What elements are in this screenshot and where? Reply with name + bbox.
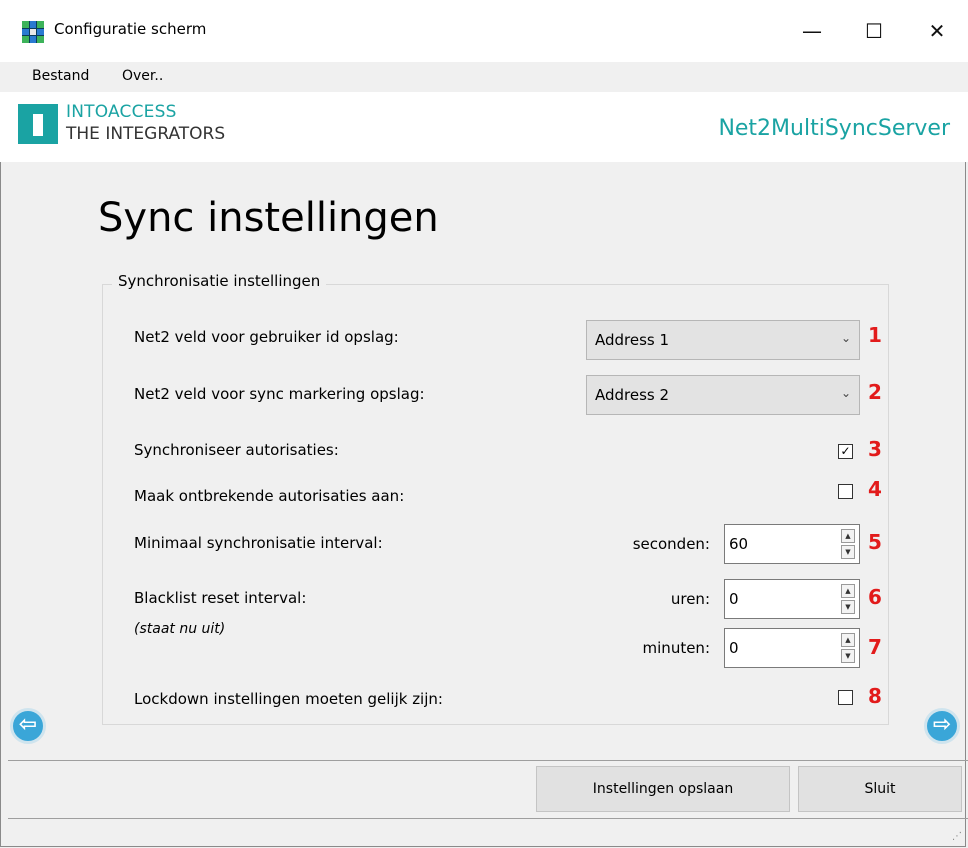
divider (8, 760, 968, 761)
title-bar: Configuratie scherm — ☐ ✕ (0, 0, 968, 62)
divider (8, 818, 968, 819)
brand-tagline: THE INTEGRATORS (66, 124, 226, 144)
previous-arrow-icon[interactable]: ⇦ (10, 708, 46, 744)
next-arrow-icon[interactable]: ⇨ (924, 708, 960, 744)
seconds-spinner[interactable]: 60 ▲ ▼ (724, 524, 860, 564)
chevron-down-icon: ⌄ (840, 386, 851, 400)
spinner-buttons: ▲ ▼ (841, 584, 855, 614)
seconds-unit-label: seconden: (632, 535, 710, 553)
logo-bar (33, 114, 43, 136)
brand-name: INTOACCESS (66, 102, 177, 122)
annotation-number: 4 (868, 477, 882, 501)
chevron-down-icon: ⌄ (840, 331, 851, 345)
annotation-number: 3 (868, 437, 882, 461)
annotation-number: 7 (868, 635, 882, 659)
save-settings-button[interactable]: Instellingen opslaan (536, 766, 790, 812)
menu-bestand[interactable]: Bestand (32, 68, 89, 84)
minutes-value: 0 (729, 639, 739, 657)
close-button[interactable]: ✕ (906, 0, 968, 62)
window-title: Configuratie scherm (54, 20, 207, 38)
app-icon (22, 21, 44, 43)
spin-up-icon[interactable]: ▲ (841, 633, 855, 647)
page-title: Sync instellingen (98, 195, 439, 241)
min-interval-label: Minimaal synchronisatie interval: (134, 534, 383, 552)
spin-down-icon[interactable]: ▼ (841, 600, 855, 614)
hours-unit-label: uren: (670, 590, 710, 608)
blacklist-label: Blacklist reset interval: (134, 589, 307, 607)
user-id-field-label: Net2 veld voor gebruiker id opslag: (134, 328, 399, 346)
sync-mark-field-select[interactable]: Address 2 ⌄ (586, 375, 860, 415)
resize-grip-icon[interactable]: ⋰ (952, 831, 962, 842)
close-window-button[interactable]: Sluit (798, 766, 962, 812)
menu-over[interactable]: Over.. (122, 68, 163, 84)
sync-auth-label: Synchroniseer autorisaties: (134, 441, 339, 459)
maximize-button[interactable]: ☐ (843, 0, 905, 62)
blacklist-sublabel: (staat nu uit) (134, 621, 226, 637)
brand-header: INTOACCESS THE INTEGRATORS Net2MultiSync… (0, 92, 968, 162)
lockdown-checkbox[interactable] (838, 690, 853, 705)
spinner-buttons: ▲ ▼ (841, 633, 855, 663)
hours-value: 0 (729, 590, 739, 608)
hours-spinner[interactable]: 0 ▲ ▼ (724, 579, 860, 619)
user-id-field-select[interactable]: Address 1 ⌄ (586, 320, 860, 360)
lockdown-label: Lockdown instellingen moeten gelijk zijn… (134, 690, 443, 708)
user-id-field-value: Address 1 (595, 331, 670, 349)
spin-up-icon[interactable]: ▲ (841, 584, 855, 598)
group-legend: Synchronisatie instellingen (112, 272, 327, 290)
minutes-unit-label: minuten: (642, 639, 710, 657)
annotation-number: 2 (868, 380, 882, 404)
annotation-number: 1 (868, 323, 882, 347)
sync-auth-checkbox[interactable]: ✓ (838, 444, 853, 459)
spin-up-icon[interactable]: ▲ (841, 529, 855, 543)
annotation-number: 6 (868, 585, 882, 609)
menu-bar: Bestand Over.. (0, 62, 968, 92)
annotation-number: 8 (868, 684, 882, 708)
annotation-number: 5 (868, 530, 882, 554)
create-missing-label: Maak ontbrekende autorisaties aan: (134, 487, 405, 505)
seconds-value: 60 (729, 535, 749, 553)
spin-down-icon[interactable]: ▼ (841, 545, 855, 559)
sync-mark-field-label: Net2 veld voor sync markering opslag: (134, 385, 425, 403)
minutes-spinner[interactable]: 0 ▲ ▼ (724, 628, 860, 668)
spin-down-icon[interactable]: ▼ (841, 649, 855, 663)
minimize-button[interactable]: — (781, 0, 843, 62)
sync-mark-field-value: Address 2 (595, 386, 670, 404)
spinner-buttons: ▲ ▼ (841, 529, 855, 559)
product-name: Net2MultiSyncServer (718, 116, 950, 141)
create-missing-checkbox[interactable] (838, 484, 853, 499)
